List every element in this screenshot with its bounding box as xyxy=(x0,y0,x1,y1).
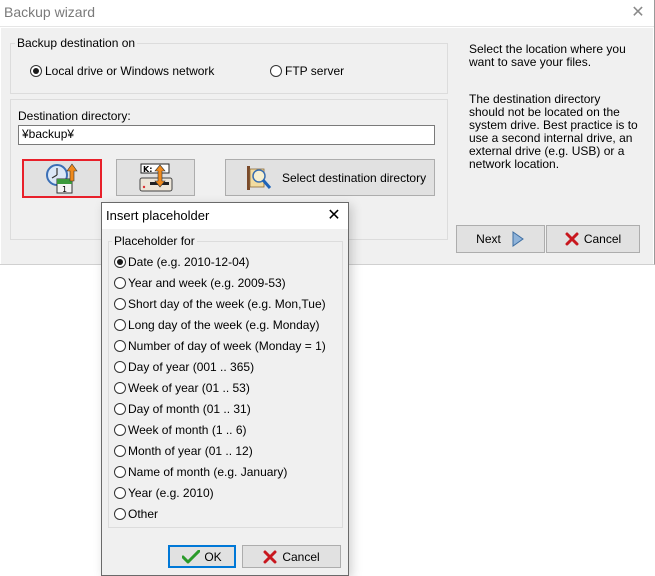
placeholder-radio[interactable] xyxy=(114,466,126,478)
placeholder-radio[interactable] xyxy=(114,403,126,415)
placeholder-option-label: Short day of the week (e.g. Mon,Tue) xyxy=(128,297,326,311)
placeholder-option-label: Year and week (e.g. 2009-53) xyxy=(128,276,286,290)
dialog-cancel-button[interactable]: Cancel xyxy=(242,545,341,568)
radio-local-drive-indicator[interactable] xyxy=(30,65,42,77)
dialog-close-button[interactable]: ✕ xyxy=(324,206,344,226)
wizard-close-button[interactable]: ✕ xyxy=(628,3,648,23)
placeholder-option-label: Week of month (1 .. 6) xyxy=(128,423,247,437)
placeholder-option[interactable]: Short day of the week (e.g. Mon,Tue) xyxy=(114,295,326,313)
placeholder-option[interactable]: Other xyxy=(114,505,158,523)
placeholder-radio[interactable] xyxy=(114,424,126,436)
dialog-cancel-label: Cancel xyxy=(282,549,320,564)
destination-directory-input[interactable]: ¥backup¥ xyxy=(18,125,435,145)
help-text-location: Select the location where you want to sa… xyxy=(469,42,626,69)
placeholder-option[interactable]: Name of month (e.g. January) xyxy=(114,463,287,481)
select-destination-directory-label: Select destination directory xyxy=(282,170,427,185)
svg-text:K:: K: xyxy=(143,165,152,174)
cancel-x-icon xyxy=(565,232,579,246)
placeholder-radio[interactable] xyxy=(114,319,126,331)
wizard-cancel-button[interactable]: Cancel xyxy=(546,225,640,253)
destination-directory-label: Destination directory: xyxy=(18,109,131,123)
placeholder-radio[interactable] xyxy=(114,508,126,520)
svg-text:1: 1 xyxy=(62,185,67,194)
radio-ftp-server[interactable]: FTP server xyxy=(270,64,344,78)
next-button[interactable]: Next xyxy=(456,225,545,253)
select-destination-directory-button[interactable]: Select destination directory xyxy=(225,159,435,196)
insert-placeholder-dialog: Insert placeholder ✕ Placeholder for Dat… xyxy=(101,202,349,576)
placeholder-radio[interactable] xyxy=(114,487,126,499)
checkmark-icon xyxy=(182,549,201,563)
placeholder-option[interactable]: Week of month (1 .. 6) xyxy=(114,421,247,439)
cancel-x-icon xyxy=(263,550,277,563)
placeholder-radio[interactable] xyxy=(114,361,126,373)
placeholder-radio[interactable] xyxy=(114,382,126,394)
placeholder-option[interactable]: Year and week (e.g. 2009-53) xyxy=(114,274,286,292)
placeholder-radio[interactable] xyxy=(114,256,126,268)
placeholder-option[interactable]: Year (e.g. 2010) xyxy=(114,484,214,502)
placeholder-option-label: Day of month (01 .. 31) xyxy=(128,402,251,416)
placeholder-option[interactable]: Date (e.g. 2010-12-04) xyxy=(114,253,249,271)
placeholder-option-label: Other xyxy=(128,507,159,521)
radio-local-drive-label: Local drive or Windows network xyxy=(45,64,215,78)
placeholder-radio[interactable] xyxy=(114,277,126,289)
placeholder-option[interactable]: Month of year (01 .. 12) xyxy=(114,442,253,460)
placeholder-option[interactable]: Week of year (01 .. 53) xyxy=(114,379,250,397)
placeholder-for-legend: Placeholder for xyxy=(112,234,197,248)
placeholder-option-label: Week of year (01 .. 53) xyxy=(128,381,250,395)
radio-local-drive[interactable]: Local drive or Windows network xyxy=(30,64,214,78)
placeholder-option-label: Day of year (001 .. 365) xyxy=(128,360,255,374)
placeholder-radio[interactable] xyxy=(114,445,126,457)
placeholder-option-label: Month of year (01 .. 12) xyxy=(128,444,253,458)
dialog-ok-label: OK xyxy=(204,549,222,564)
placeholder-option[interactable]: Day of month (01 .. 31) xyxy=(114,400,251,418)
radio-ftp-server-indicator[interactable] xyxy=(270,65,282,77)
folder-search-icon xyxy=(247,165,272,190)
help-text-recommendation: The destination directory should not be … xyxy=(469,92,638,171)
close-icon: ✕ xyxy=(631,4,645,21)
wizard-title: Backup wizard xyxy=(4,4,96,20)
radio-ftp-server-label: FTP server xyxy=(285,64,345,78)
placeholder-option-label: Name of month (e.g. January) xyxy=(128,465,288,479)
placeholder-option-label: Year (e.g. 2010) xyxy=(128,486,214,500)
wizard-cancel-label: Cancel xyxy=(583,232,622,246)
wizard-titlebar: Backup wizard ✕ xyxy=(0,0,654,27)
placeholder-radio[interactable] xyxy=(114,298,126,310)
placeholder-radio[interactable] xyxy=(114,340,126,352)
close-icon: ✕ xyxy=(327,207,341,224)
drive-letter-icon: K: xyxy=(139,163,172,191)
placeholder-option[interactable]: Number of day of week (Monday = 1) xyxy=(114,337,326,355)
backup-destination-legend: Backup destination on xyxy=(15,36,138,50)
placeholder-option[interactable]: Long day of the week (e.g. Monday) xyxy=(114,316,319,334)
placeholder-option-label: Number of day of week (Monday = 1) xyxy=(128,339,326,353)
dialog-title: Insert placeholder xyxy=(106,208,210,223)
placeholder-option[interactable]: Day of year (001 .. 365) xyxy=(114,358,254,376)
next-label: Next xyxy=(476,232,501,246)
arrow-right-icon xyxy=(512,231,524,247)
placeholder-option-label: Date (e.g. 2010-12-04) xyxy=(128,255,250,269)
drive-letter-button[interactable]: K: xyxy=(116,159,195,196)
dialog-ok-button[interactable]: OK xyxy=(168,545,236,568)
clock-calendar-icon: 1 xyxy=(46,162,78,194)
insert-placeholder-button[interactable]: 1 xyxy=(22,159,102,198)
placeholder-option-label: Long day of the week (e.g. Monday) xyxy=(128,318,320,332)
dialog-titlebar: Insert placeholder ✕ xyxy=(102,203,348,229)
